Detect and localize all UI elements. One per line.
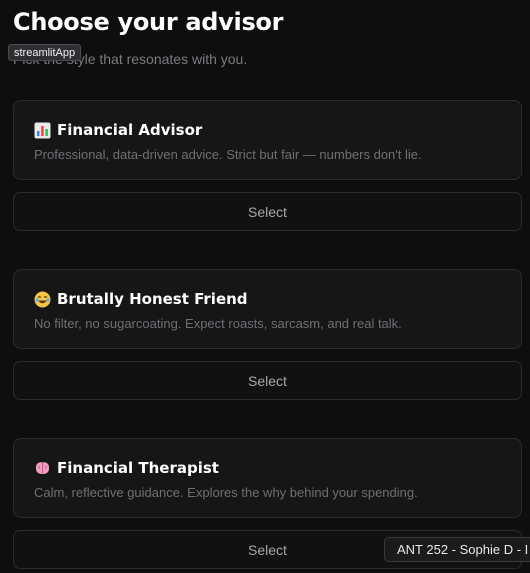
advisor-card-financial-therapist: Financial Therapist Calm, reflective gui… (13, 438, 522, 518)
page-title: Choose your advisor (13, 8, 284, 36)
app-root: Choose your advisor Pick the style that … (0, 0, 530, 573)
laughing-face-icon (34, 291, 51, 308)
tooltip: streamlitApp (8, 44, 82, 61)
advisor-card-brutally-honest-friend: Brutally Honest Friend No filter, no sug… (13, 269, 522, 349)
advisor-description: Professional, data-driven advice. Strict… (34, 147, 422, 162)
advisor-card-financial-advisor: Financial Advisor Professional, data-dri… (13, 100, 522, 180)
bar-chart-icon (34, 122, 51, 139)
advisor-title: Financial Advisor (34, 121, 202, 139)
advisor-title-text: Financial Therapist (57, 459, 219, 477)
advisor-title: Brutally Honest Friend (34, 290, 248, 308)
advisor-description: No filter, no sugarcoating. Expect roast… (34, 316, 402, 331)
advisor-description: Calm, reflective guidance. Explores the … (34, 485, 418, 500)
select-brutally-honest-friend-button[interactable]: Select (13, 361, 522, 400)
advisor-title-text: Financial Advisor (57, 121, 203, 139)
advisor-title: Financial Therapist (34, 459, 219, 477)
brain-icon (34, 460, 51, 477)
select-financial-advisor-button[interactable]: Select (13, 192, 522, 231)
advisor-title-text: Brutally Honest Friend (57, 290, 248, 308)
taskbar-window-label[interactable]: ANT 252 - Sophie D - I (384, 537, 530, 562)
